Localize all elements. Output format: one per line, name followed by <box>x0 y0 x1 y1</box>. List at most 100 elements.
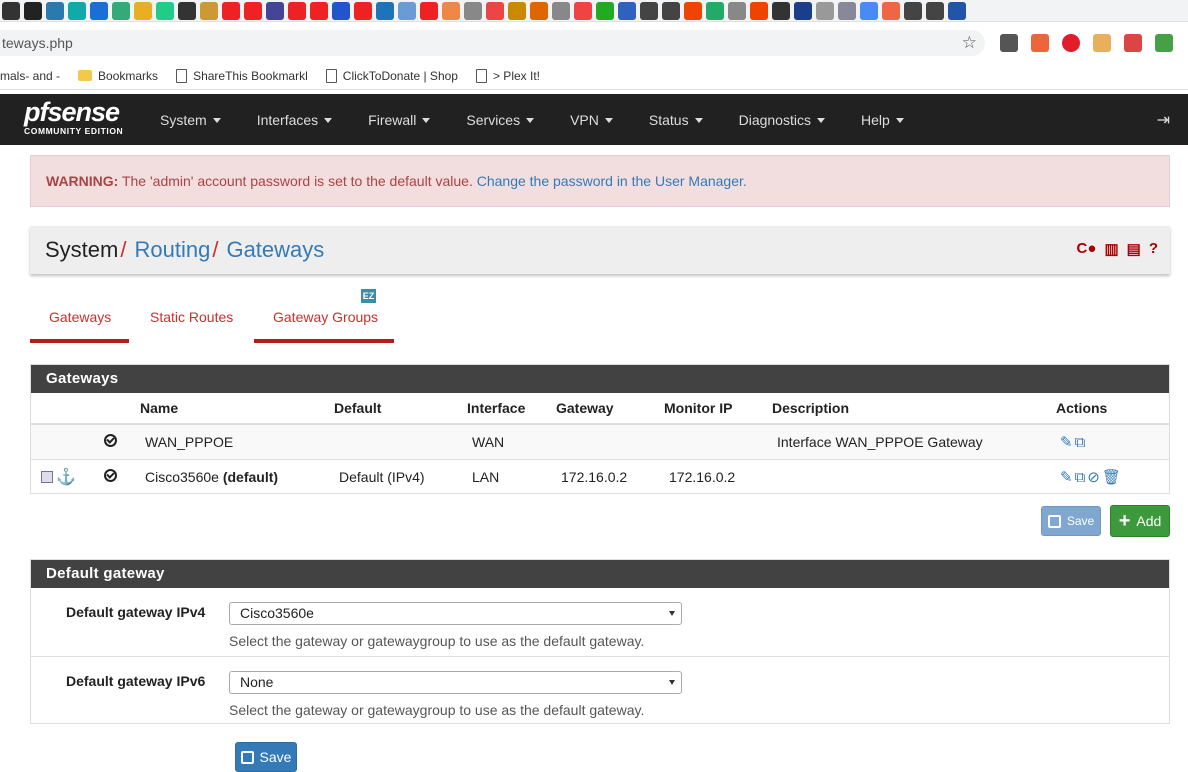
tab-static-routes[interactable]: Static Routes <box>150 309 233 325</box>
browser-extension-icon[interactable] <box>706 1 724 20</box>
bookmark-item[interactable]: ShareThis Bookmarkl <box>176 68 308 83</box>
breadcrumb-routing[interactable]: Routing <box>134 237 210 263</box>
nav-services[interactable]: Services <box>466 112 535 128</box>
edit-pencil-icon[interactable]: ✎ <box>1060 434 1073 451</box>
browser-extension-icon[interactable] <box>596 1 614 20</box>
pfsense-logo[interactable]: pfsense COMMUNITY EDITION <box>24 98 134 142</box>
caret-down-icon <box>212 118 221 124</box>
browser-extension-icon[interactable] <box>68 1 86 20</box>
nav-vpn[interactable]: VPN <box>570 112 613 128</box>
tab-gateways[interactable]: Gateways <box>49 309 111 325</box>
browser-extension-icon[interactable] <box>354 1 372 20</box>
browser-extension-icon[interactable] <box>838 1 856 20</box>
row-select-checkbox[interactable] <box>41 470 53 483</box>
bookmarks-bar: mals- and - Bookmarks ShareThis Bookmark… <box>0 62 1188 90</box>
browser-extension-icon[interactable] <box>200 1 218 20</box>
browser-extension-icon[interactable] <box>178 1 196 20</box>
browser-extension-icon[interactable] <box>904 1 922 20</box>
page-action-icons: C● ▥ ▤ ? <box>1077 240 1158 258</box>
browser-extension-icon[interactable] <box>2 1 20 20</box>
nav-system[interactable]: System <box>160 112 221 128</box>
nav-help[interactable]: Help <box>861 112 904 128</box>
browser-extension-icon[interactable] <box>376 1 394 20</box>
browser-extension-icon[interactable] <box>882 1 900 20</box>
browser-extension-icon[interactable] <box>398 1 416 20</box>
edit-pencil-icon[interactable]: ✎ <box>1060 469 1073 486</box>
col-description: Description <box>772 393 1056 425</box>
tab-gateway-groups[interactable]: Gateway Groups <box>273 309 378 325</box>
browser-extension-icon[interactable] <box>926 1 944 20</box>
browser-extension-icon[interactable] <box>530 1 548 20</box>
browser-extension-icon[interactable] <box>618 1 636 20</box>
copy-icon[interactable]: ⧉ <box>1075 434 1086 451</box>
bookmark-item[interactable]: mals- and - <box>0 69 60 83</box>
log-icon[interactable]: ▤ <box>1127 240 1141 258</box>
mail-icon[interactable] <box>1124 34 1142 52</box>
browser-extension-icon[interactable] <box>156 1 174 20</box>
browser-extension-icon[interactable] <box>772 1 790 20</box>
disable-icon[interactable]: ⊘ <box>1087 469 1100 486</box>
browser-extension-icon[interactable] <box>112 1 130 20</box>
browser-extension-icon[interactable] <box>508 1 526 20</box>
breadcrumb-system: System <box>45 237 119 262</box>
browser-extension-icon[interactable] <box>90 1 108 20</box>
save-button[interactable]: Save <box>235 742 297 772</box>
browser-extension-icon[interactable] <box>486 1 504 20</box>
extension-icon[interactable] <box>1031 34 1049 52</box>
add-gateway-button[interactable]: + Add <box>1110 505 1170 537</box>
anchor-drag-icon[interactable]: ⚓ <box>56 469 76 486</box>
address-bar[interactable]: teways.php ☆ <box>0 30 985 56</box>
breadcrumb-gateways[interactable]: Gateways <box>226 237 324 263</box>
change-password-link[interactable]: Change the password in the User Manager. <box>477 173 747 189</box>
col-name: Name <box>140 393 334 425</box>
browser-extension-icon[interactable] <box>816 1 834 20</box>
browser-extension-icon[interactable] <box>574 1 592 20</box>
browser-extension-icon[interactable] <box>948 1 966 20</box>
default-gateway-ipv4-select[interactable]: Cisco3560e <box>229 602 682 625</box>
nav-status[interactable]: Status <box>649 112 703 128</box>
col-monitor-ip: Monitor IP <box>664 393 772 425</box>
logout-icon[interactable]: ⇥ <box>1157 110 1170 130</box>
browser-extension-icon[interactable] <box>750 1 768 20</box>
bookmark-star-icon[interactable]: ☆ <box>962 33 977 53</box>
nav-diagnostics[interactable]: Diagnostics <box>739 112 825 128</box>
nav-firewall[interactable]: Firewall <box>368 112 431 128</box>
default-gateway-ipv6-select[interactable]: None <box>229 671 682 694</box>
browser-extension-icon[interactable] <box>640 1 658 20</box>
browser-extension-icon[interactable] <box>266 1 284 20</box>
browser-extension-icon[interactable] <box>134 1 152 20</box>
browser-extension-icon[interactable] <box>46 1 64 20</box>
trash-icon[interactable]: 🗑 <box>1102 469 1121 486</box>
browser-extension-icon[interactable] <box>728 1 746 20</box>
extension-icon[interactable] <box>1093 34 1111 52</box>
browser-extension-icon[interactable] <box>24 1 42 20</box>
extension-icon[interactable] <box>1000 34 1018 52</box>
browser-extension-icon[interactable] <box>552 1 570 20</box>
plus-icon: + <box>1118 510 1131 532</box>
opera-icon[interactable] <box>1062 34 1080 52</box>
browser-extension-icon[interactable] <box>420 1 438 20</box>
browser-extension-icon[interactable] <box>794 1 812 20</box>
browser-extension-icon[interactable] <box>332 1 350 20</box>
bookmark-item[interactable]: ClickToDonate | Shop <box>325 68 458 83</box>
browser-extension-icon[interactable] <box>442 1 460 20</box>
copy-icon[interactable]: ⧉ <box>1075 469 1086 486</box>
bookmark-item[interactable]: Bookmarks <box>78 69 158 83</box>
restart-service-icon[interactable]: C● <box>1077 240 1097 258</box>
browser-extension-icon[interactable] <box>860 1 878 20</box>
browser-extension-icon[interactable] <box>222 1 240 20</box>
help-icon[interactable]: ? <box>1149 240 1158 258</box>
browser-extension-icon[interactable] <box>288 1 306 20</box>
browser-extension-icon[interactable] <box>464 1 482 20</box>
browser-extension-icon[interactable] <box>662 1 680 20</box>
save-order-button[interactable]: Save <box>1041 506 1101 536</box>
default-gateway-panel: Default gateway Default gateway IPv4 Cis… <box>30 559 1170 724</box>
browser-extension-icon[interactable] <box>310 1 328 20</box>
browser-extension-icon[interactable] <box>244 1 262 20</box>
bookmark-item[interactable]: > Plex It! <box>475 68 540 83</box>
status-chart-icon[interactable]: ▥ <box>1104 240 1118 258</box>
browser-extension-icon[interactable] <box>684 1 702 20</box>
page-icon <box>325 68 337 83</box>
nav-interfaces[interactable]: Interfaces <box>257 112 333 128</box>
extension-icon[interactable] <box>1155 34 1173 52</box>
